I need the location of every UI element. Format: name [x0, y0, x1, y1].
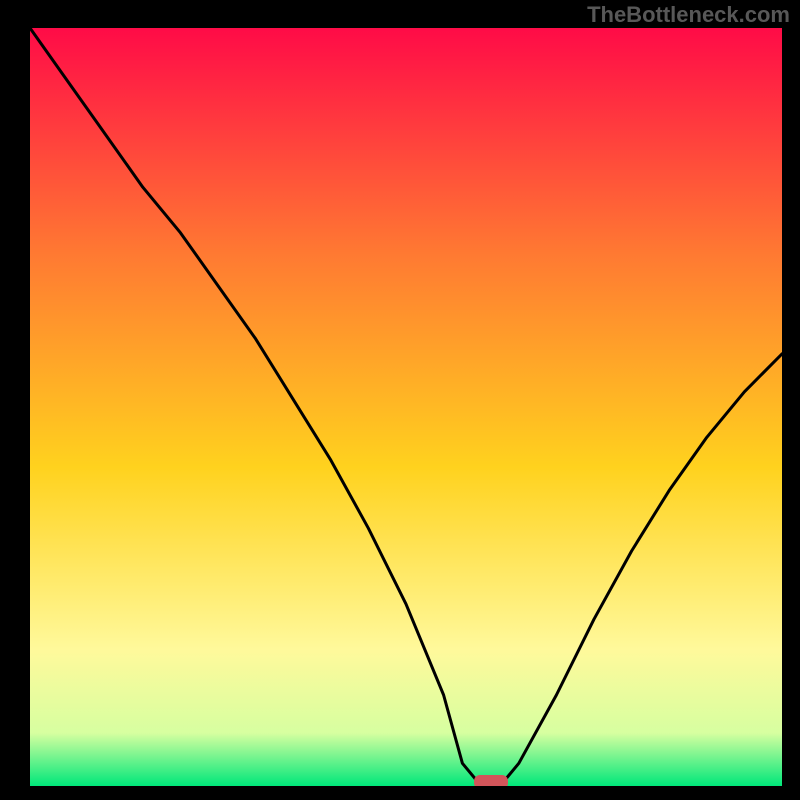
chart-svg — [30, 28, 782, 786]
chart-frame: TheBottleneck.com — [0, 0, 800, 800]
plot-area — [30, 28, 782, 786]
optimal-marker — [474, 775, 508, 786]
gradient-background — [30, 28, 782, 786]
watermark-text: TheBottleneck.com — [587, 2, 790, 28]
